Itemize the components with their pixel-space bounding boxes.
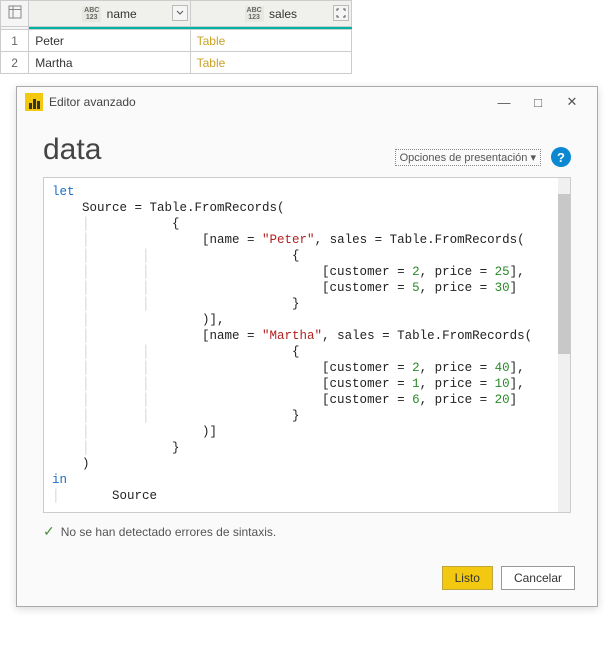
status-bar: ✓ No se han detectado errores de sintaxi… xyxy=(43,523,571,540)
close-button[interactable]: ✕ xyxy=(555,90,589,114)
check-icon: ✓ xyxy=(43,523,55,540)
row-number: 2 xyxy=(1,52,29,74)
row-number: 1 xyxy=(1,30,29,52)
cell-sales[interactable]: Table xyxy=(190,52,351,74)
scrollbar-thumb[interactable] xyxy=(558,194,570,354)
column-header-name[interactable]: ABC123 name xyxy=(29,1,190,27)
column-header-sales[interactable]: ABC123 sales xyxy=(190,1,351,27)
titlebar: Editor avanzado — □ ✕ xyxy=(17,87,597,117)
dropdown-icon[interactable] xyxy=(172,5,188,21)
ok-button[interactable]: Listo xyxy=(442,566,493,590)
window-title: Editor avanzado xyxy=(49,95,487,109)
code-editor[interactable]: let Source = Table.FromRecords( │ { │ [n… xyxy=(43,177,571,513)
table-corner xyxy=(1,1,29,27)
display-options-dropdown[interactable]: Opciones de presentación ▾ xyxy=(395,149,541,166)
data-table: ABC123 name ABC123 sales 1 Peter Table 2… xyxy=(0,0,352,74)
code-content[interactable]: let Source = Table.FromRecords( │ { │ [n… xyxy=(44,178,570,510)
table-row[interactable]: 2 Martha Table xyxy=(1,52,352,74)
maximize-button[interactable]: □ xyxy=(521,90,555,114)
status-text: No se han detectado errores de sintaxis. xyxy=(61,525,276,539)
column-name-label: name xyxy=(107,7,137,21)
expand-icon[interactable] xyxy=(333,5,349,21)
chevron-down-icon: ▾ xyxy=(530,152,536,164)
query-name-heading: data xyxy=(43,133,101,167)
type-icon: ABC123 xyxy=(82,6,101,22)
cell-sales[interactable]: Table xyxy=(190,30,351,52)
advanced-editor-window: Editor avanzado — □ ✕ data Opciones de p… xyxy=(16,86,598,607)
column-name-label: sales xyxy=(269,7,297,21)
cell-name[interactable]: Peter xyxy=(29,30,190,52)
cancel-button[interactable]: Cancelar xyxy=(501,566,575,590)
minimize-button[interactable]: — xyxy=(487,90,521,114)
table-row[interactable]: 1 Peter Table xyxy=(1,30,352,52)
help-icon[interactable]: ? xyxy=(551,147,571,167)
app-logo-icon xyxy=(25,93,43,111)
cell-name[interactable]: Martha xyxy=(29,52,190,74)
type-icon: ABC123 xyxy=(245,6,264,22)
